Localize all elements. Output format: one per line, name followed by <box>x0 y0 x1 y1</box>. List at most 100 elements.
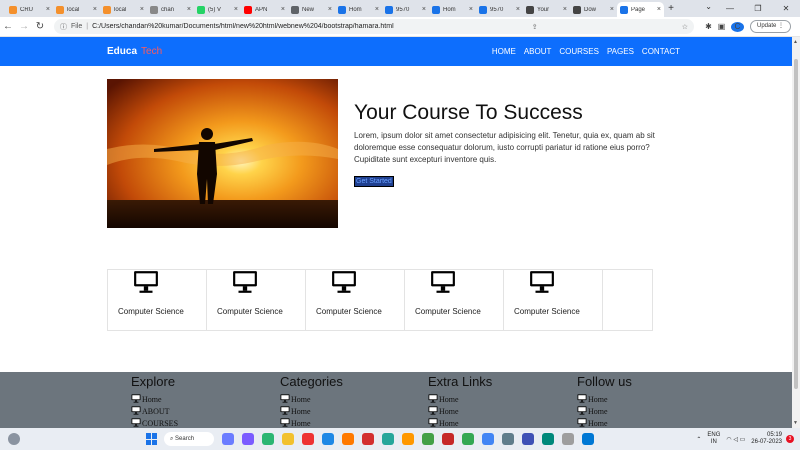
maximize-icon[interactable]: ❐ <box>744 0 772 17</box>
tab-close-icon[interactable]: × <box>328 6 332 13</box>
browser-tab[interactable]: APN × <box>241 2 288 17</box>
scrollbar-thumb[interactable] <box>794 59 798 389</box>
browser-tab[interactable]: New × <box>288 2 335 17</box>
app-icon[interactable] <box>542 433 554 445</box>
tab-close-icon[interactable]: × <box>469 6 473 13</box>
footer-link[interactable]: Home <box>428 405 492 417</box>
app-icon[interactable] <box>302 433 314 445</box>
nav-link-contact[interactable]: CONTACT <box>642 47 680 56</box>
chat-icon[interactable] <box>242 433 254 445</box>
task-view-icon[interactable] <box>222 433 234 445</box>
footer-link[interactable]: Home <box>577 393 632 405</box>
course-card[interactable]: Computer Science <box>504 270 603 330</box>
reload-icon[interactable]: ↻ <box>32 21 48 32</box>
help-icon[interactable] <box>322 433 334 445</box>
back-icon[interactable]: ← <box>0 21 16 32</box>
browser-tab[interactable]: Hom × <box>335 2 382 17</box>
browser-tab[interactable]: Dow × <box>570 2 617 17</box>
tab-close-icon[interactable]: × <box>281 6 285 13</box>
minimize-icon[interactable]: — <box>716 0 744 17</box>
sidepanel-icon[interactable]: ▣ <box>715 22 728 31</box>
footer-link[interactable]: Home <box>280 393 343 405</box>
scroll-up-icon[interactable]: ▲ <box>793 39 798 45</box>
browser-tab[interactable]: CRU × <box>6 2 53 17</box>
notification-badge[interactable]: 3 <box>786 435 794 443</box>
app-icon[interactable] <box>382 433 394 445</box>
nav-link-pages[interactable]: PAGES <box>607 47 634 56</box>
tab-close-icon[interactable]: × <box>610 6 614 13</box>
chrome-icon[interactable] <box>462 433 474 445</box>
footer-link[interactable]: Home <box>280 405 343 417</box>
browser-tab[interactable]: Your × <box>523 2 570 17</box>
taskbar-search[interactable]: ⌕ Search <box>164 432 214 446</box>
tab-close-icon[interactable]: × <box>657 6 661 13</box>
app-icon[interactable] <box>342 433 354 445</box>
browser-tab[interactable]: Page × <box>617 2 664 17</box>
browser-tab[interactable]: chan × <box>147 2 194 17</box>
course-card[interactable]: Computer Science <box>306 270 405 330</box>
weather-icon[interactable] <box>8 433 20 445</box>
browser-tab[interactable]: local × <box>53 2 100 17</box>
tab-close-icon[interactable]: × <box>140 6 144 13</box>
course-card[interactable]: Computer Science <box>108 270 207 330</box>
forward-icon[interactable]: → <box>16 21 32 32</box>
info-icon[interactable]: ⓘ <box>60 22 67 32</box>
app-icon[interactable] <box>482 433 494 445</box>
footer-link[interactable]: Home <box>280 417 343 428</box>
edge-icon[interactable] <box>262 433 274 445</box>
footer-link[interactable]: COURSES <box>131 417 178 428</box>
update-button[interactable]: Update ⋮ <box>750 20 792 33</box>
chevron-up-icon[interactable]: ⌃ <box>696 436 701 443</box>
browser-tab[interactable]: Hom × <box>429 2 476 17</box>
browser-tab[interactable]: 9570 × <box>476 2 523 17</box>
close-window-icon[interactable]: ✕ <box>772 0 800 17</box>
app-icon[interactable] <box>522 433 534 445</box>
vscode-icon[interactable] <box>582 433 594 445</box>
brand-logo[interactable]: Educa Tech <box>107 46 162 57</box>
footer-link[interactable]: Home <box>428 417 492 428</box>
tab-close-icon[interactable]: × <box>187 6 191 13</box>
browser-tab[interactable]: (5) V × <box>194 2 241 17</box>
nav-link-courses[interactable]: COURSES <box>559 47 599 56</box>
mcafee-icon[interactable] <box>362 433 374 445</box>
chrome-icon[interactable] <box>422 433 434 445</box>
get-started-button[interactable]: Get Started <box>354 176 394 187</box>
app-icon[interactable] <box>562 433 574 445</box>
url-text[interactable]: C:/Users/chandan%20kumar/Documents/html/… <box>92 23 394 30</box>
browser-tab[interactable]: 9570 × <box>382 2 429 17</box>
tab-close-icon[interactable]: × <box>46 6 50 13</box>
tab-close-icon[interactable]: × <box>563 6 567 13</box>
new-tab-button[interactable]: + <box>664 2 678 17</box>
volume-icon[interactable]: ◁ <box>733 436 738 443</box>
clock[interactable]: 05:19 26-07-2023 <box>751 432 782 446</box>
battery-icon[interactable]: ▭ <box>740 436 746 443</box>
scroll-down-icon[interactable]: ▼ <box>793 420 798 426</box>
page-scrollbar[interactable]: ▲ ▼ <box>792 37 800 428</box>
extensions-icon[interactable]: ✱ <box>702 22 715 31</box>
footer-link[interactable]: ABOUT <box>131 405 178 417</box>
app-icon[interactable] <box>402 433 414 445</box>
nav-link-home[interactable]: HOME <box>492 47 516 56</box>
tab-close-icon[interactable]: × <box>375 6 379 13</box>
language-indicator[interactable]: ENG IN <box>707 432 720 446</box>
bookmark-star-icon[interactable]: ☆ <box>682 23 688 31</box>
course-card[interactable]: Computer Science <box>405 270 504 330</box>
tab-close-icon[interactable]: × <box>93 6 97 13</box>
start-icon[interactable] <box>146 433 158 445</box>
tab-close-icon[interactable]: × <box>422 6 426 13</box>
browser-tab[interactable]: local × <box>100 2 147 17</box>
footer-link[interactable]: Home <box>577 405 632 417</box>
share-icon[interactable]: ⇪ <box>532 23 538 31</box>
file-explorer-icon[interactable] <box>282 433 294 445</box>
tab-close-icon[interactable]: × <box>234 6 238 13</box>
tab-search-icon[interactable]: ⌄ <box>705 2 712 11</box>
omnibox[interactable]: ⓘ File | C:/Users/chandan%20kumar/Docume… <box>54 19 694 34</box>
tab-close-icon[interactable]: × <box>516 6 520 13</box>
footer-link[interactable]: Home <box>577 417 632 428</box>
settings-icon[interactable] <box>502 433 514 445</box>
footer-link[interactable]: Home <box>428 393 492 405</box>
footer-link[interactable]: Home <box>131 393 178 405</box>
nav-link-about[interactable]: ABOUT <box>524 47 552 56</box>
wifi-icon[interactable]: ◠ <box>726 436 731 443</box>
course-card[interactable]: Computer Science <box>207 270 306 330</box>
